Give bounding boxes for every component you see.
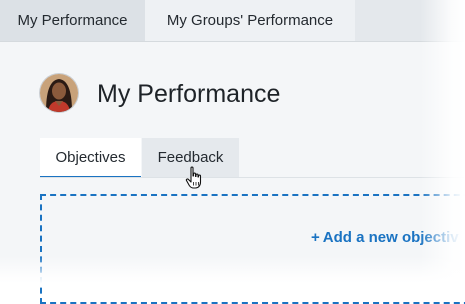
avatar	[40, 74, 78, 112]
hand-pointer-icon	[185, 166, 205, 190]
top-tab-bar: My Performance My Groups' Performance	[0, 0, 465, 42]
page-title: My Performance	[97, 80, 281, 108]
tab-my-performance[interactable]: My Performance	[0, 0, 145, 41]
objectives-empty-dropzone[interactable]	[40, 194, 465, 304]
plus-icon: +	[311, 229, 320, 246]
add-objective-link[interactable]: + Add a new objectiv	[311, 228, 459, 248]
add-objective-label: Add a new objectiv	[322, 229, 459, 246]
sub-tab-divider	[40, 177, 465, 178]
tab-objectives[interactable]: Objectives	[40, 138, 141, 178]
user-avatar-icon	[40, 74, 78, 112]
tab-my-groups-performance[interactable]: My Groups' Performance	[145, 0, 355, 41]
